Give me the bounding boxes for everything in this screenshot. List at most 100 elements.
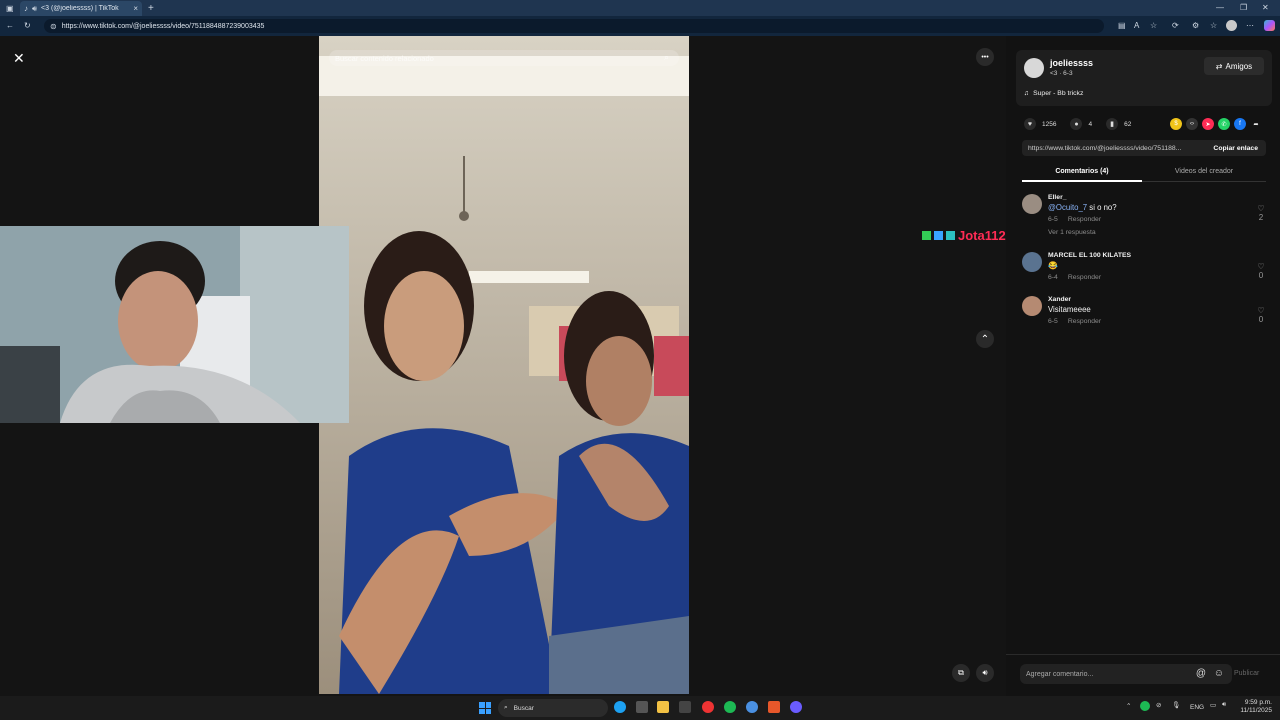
read-mode-icon[interactable]: ▤ xyxy=(1118,21,1126,30)
clock[interactable]: 9:59 p.m. 11/11/2025 xyxy=(1238,699,1272,715)
refresh-icon[interactable]: ↻ xyxy=(24,21,31,30)
browser-menu-icon[interactable]: ⋯ xyxy=(1246,21,1254,30)
puzzle-icon[interactable]: ⚙ xyxy=(1192,21,1199,30)
discord-icon[interactable] xyxy=(790,701,802,713)
facebook-icon[interactable]: f xyxy=(1234,118,1246,130)
view-replies-label: Ver 1 respuesta xyxy=(1048,229,1096,236)
store-icon[interactable] xyxy=(636,701,648,713)
tray-app-icon[interactable]: ⊘ xyxy=(1156,701,1161,709)
like-icon[interactable]: ♥ xyxy=(1024,118,1036,130)
capcut-icon[interactable] xyxy=(679,701,691,713)
friends-button[interactable]: ⇄ Amigos xyxy=(1204,57,1264,75)
panel-tabs: Comentarios (4) Videos del creador xyxy=(1022,164,1266,182)
more-icon: ••• xyxy=(981,53,989,61)
network-icon[interactable]: ▭ xyxy=(1210,701,1216,709)
extensions-icon[interactable]: ⟳ xyxy=(1172,21,1179,30)
volume-icon: 🔊︎ xyxy=(982,668,988,677)
creator-avatar[interactable] xyxy=(1024,58,1044,78)
commenter-name[interactable]: MARCEL EL 100 KILATES xyxy=(1048,252,1268,259)
view-replies[interactable]: Ver 1 respuesta xyxy=(1048,229,1268,236)
send-icon[interactable]: ➤ xyxy=(1202,118,1214,130)
heart-outline-icon: ♡ xyxy=(1257,262,1265,271)
language-indicator[interactable]: ENG xyxy=(1190,704,1204,711)
reply-button[interactable]: Responder xyxy=(1068,216,1101,223)
whatsapp-icon[interactable]: ✆ xyxy=(1218,118,1230,130)
photo-editor-icon[interactable] xyxy=(768,701,780,713)
tray-volume-icon[interactable]: 🔊︎ xyxy=(1222,701,1226,709)
profile-avatar[interactable] xyxy=(1226,20,1237,31)
volume-button[interactable]: 🔊︎ xyxy=(976,664,994,682)
saves-count: 62 xyxy=(1124,120,1132,128)
copy-link-button[interactable]: Copiar enlace xyxy=(1205,145,1266,152)
search-icon[interactable]: ⌕ xyxy=(664,52,669,63)
new-tab-button[interactable]: + xyxy=(148,3,154,14)
collections-icon[interactable]: ☆ xyxy=(1210,21,1217,30)
add-comment-placeholder: Agregar comentario... xyxy=(1026,670,1094,678)
coin-share-icon[interactable]: $ xyxy=(1170,118,1182,130)
bookmark-icon[interactable]: ▮ xyxy=(1106,118,1119,130)
mention-icon[interactable]: @ xyxy=(1196,668,1206,679)
clock-time: 9:59 p.m. xyxy=(1244,699,1272,706)
back-icon[interactable]: ← xyxy=(6,21,14,30)
tab-comments[interactable]: Comentarios (4) xyxy=(1022,168,1142,175)
sub-badge-icon xyxy=(934,231,943,240)
more-options-button[interactable]: ••• xyxy=(976,48,994,66)
site-info-icon[interactable]: ⊜ xyxy=(50,22,57,31)
address-field[interactable]: ⊜ https://www.tiktok.com/@joeliessss/vid… xyxy=(44,19,1104,33)
commenter-avatar[interactable] xyxy=(1022,252,1042,272)
commenter-name[interactable]: Eller_ xyxy=(1048,194,1268,201)
floating-player-button[interactable]: ⧉ xyxy=(952,664,970,682)
speaker-icon[interactable]: 🔊︎ xyxy=(32,4,37,14)
tab-close-icon[interactable]: × xyxy=(133,4,138,13)
favorite-star-icon[interactable]: ☆ xyxy=(1150,21,1157,30)
browser-tab[interactable]: ♪ 🔊︎ <3 (@joeliessss) | TikTok × xyxy=(20,1,142,16)
window-close-icon[interactable]: ✕ xyxy=(1262,3,1269,12)
music-info[interactable]: ♫ Super - Bb trickz xyxy=(1024,90,1083,97)
windows-start-icon[interactable] xyxy=(479,702,491,714)
embed-icon[interactable]: ‹› xyxy=(1186,118,1198,130)
comment-icon[interactable]: ● xyxy=(1070,118,1083,130)
spotify-icon[interactable] xyxy=(724,701,736,713)
tab-creator-videos[interactable]: Videos del creador xyxy=(1142,168,1266,175)
commenter-name[interactable]: Xander xyxy=(1048,296,1268,303)
tab-title: <3 (@joeliessss) | TikTok xyxy=(41,5,119,12)
related-search-input[interactable]: Buscar contenido relacionado ⌕ xyxy=(329,50,679,66)
comment-mention[interactable]: @Ocuito_7 xyxy=(1048,203,1087,212)
comment-like[interactable]: ♡ 0 xyxy=(1254,306,1268,324)
comments-count: 4 xyxy=(1088,120,1093,128)
video-link[interactable]: https://www.tiktok.com/@joeliessss/video… xyxy=(1022,145,1205,152)
comment-text: Visitameeee xyxy=(1048,305,1091,314)
close-video-icon[interactable]: ✕ xyxy=(13,50,25,67)
comment-like[interactable]: ♡ 0 xyxy=(1254,262,1268,280)
comment-like-count: 0 xyxy=(1258,315,1264,324)
file-explorer-icon[interactable] xyxy=(657,701,669,713)
comment-like[interactable]: ♡ 2 xyxy=(1254,204,1268,222)
settings-icon[interactable] xyxy=(746,701,758,713)
tray-chevron-icon[interactable]: ⌃ xyxy=(1126,702,1131,710)
likes-count: 1256 xyxy=(1042,120,1057,128)
window-menu-icon[interactable]: ▣ xyxy=(6,4,14,13)
maximize-icon[interactable]: ❐ xyxy=(1240,3,1247,12)
edge-icon[interactable] xyxy=(614,701,626,713)
copilot-icon[interactable] xyxy=(1264,20,1275,31)
tray-spotify-icon[interactable] xyxy=(1140,701,1150,711)
add-comment-input[interactable]: Agregar comentario... @ ☺ xyxy=(1020,664,1232,684)
emoji-icon[interactable]: ☺ xyxy=(1214,668,1224,679)
webcam-overlay xyxy=(0,226,349,423)
reply-button[interactable]: Responder xyxy=(1068,274,1101,281)
comment-item: MARCEL EL 100 KILATES 😂 6-4 Responder ♡ 0 xyxy=(1022,252,1268,281)
video-player[interactable]: Buscar contenido relacionado ⌕ xyxy=(319,36,689,694)
commenter-avatar[interactable] xyxy=(1022,296,1042,316)
creator-username[interactable]: joeliessss xyxy=(1050,58,1093,68)
comment-composer: Agregar comentario... @ ☺ Publicar xyxy=(1006,654,1280,696)
minimize-icon[interactable]: — xyxy=(1216,3,1224,12)
taskbar-search[interactable]: ⌕ Buscar xyxy=(498,699,608,717)
reply-button[interactable]: Responder xyxy=(1068,318,1101,325)
commenter-avatar[interactable] xyxy=(1022,194,1042,214)
previous-video-button[interactable]: ⌃ xyxy=(976,330,994,348)
obs-icon[interactable] xyxy=(702,701,714,713)
tray-mic-icon[interactable]: 🎙︎ xyxy=(1172,701,1180,709)
translate-icon[interactable]: A xyxy=(1134,21,1139,30)
share-arrow-icon[interactable]: ➦ xyxy=(1250,118,1262,130)
publish-button[interactable]: Publicar xyxy=(1234,670,1259,677)
